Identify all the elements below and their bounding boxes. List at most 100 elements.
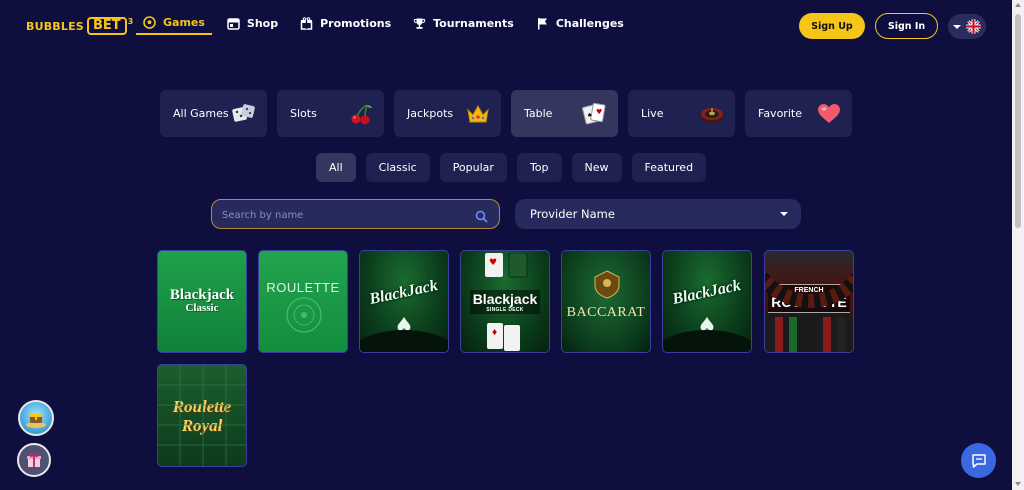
brand-name-sup: 3 bbox=[127, 16, 134, 26]
playing-cards-icon: ♥ bbox=[485, 253, 528, 278]
brand-name-part2: BET bbox=[86, 17, 127, 35]
table-edge bbox=[360, 330, 448, 352]
provider-dropdown[interactable]: Provider Name bbox=[515, 199, 801, 229]
cards-icon: ♥ ♠ bbox=[582, 101, 608, 127]
provider-label: Provider Name bbox=[530, 207, 615, 221]
heart-icon bbox=[816, 101, 842, 127]
top-header: BUBBLES BET 3 Games Shop Promotions Tour… bbox=[0, 0, 1012, 52]
trophy-icon bbox=[413, 17, 426, 30]
game-title: ROULETTE bbox=[266, 280, 340, 295]
nav-item-label: Challenges bbox=[555, 16, 624, 30]
scrollbar-thumb[interactable] bbox=[1015, 14, 1021, 228]
shop-icon bbox=[227, 17, 240, 30]
nav-item-promotions[interactable]: Promotions bbox=[293, 12, 398, 34]
category-tabs: All Games Slots Jackpots Table ♥ ♠ Live F… bbox=[160, 90, 852, 137]
brand-name-part1: BUBBLES bbox=[26, 19, 84, 33]
filter-new[interactable]: New bbox=[571, 153, 622, 182]
scroll-up-arrow-icon[interactable] bbox=[1015, 3, 1021, 7]
filter-classic[interactable]: Classic bbox=[365, 153, 430, 182]
chat-icon bbox=[971, 453, 986, 468]
category-jackpots[interactable]: Jackpots bbox=[394, 90, 501, 137]
treasure-island-icon bbox=[26, 414, 46, 428]
table-edge bbox=[663, 330, 751, 352]
nav-item-label: Promotions bbox=[320, 16, 392, 30]
category-slots[interactable]: Slots bbox=[277, 90, 384, 137]
filter-featured[interactable]: Featured bbox=[631, 153, 707, 182]
svg-text:♠: ♠ bbox=[587, 112, 592, 119]
filter-all[interactable]: All bbox=[316, 153, 356, 182]
uk-flag-icon bbox=[966, 19, 981, 34]
crown-icon bbox=[465, 101, 491, 127]
category-label: Table bbox=[524, 107, 553, 120]
chevron-down-icon bbox=[780, 212, 788, 216]
crest-icon bbox=[594, 270, 620, 299]
game-tile[interactable]: BACCARAT bbox=[561, 250, 651, 353]
scroll-down-arrow-icon[interactable] bbox=[1015, 482, 1021, 486]
game-tile-art: Blackjack Classic bbox=[158, 251, 246, 352]
flag-icon bbox=[536, 17, 549, 30]
game-tile-art: BACCARAT bbox=[562, 251, 650, 352]
nav-item-tournaments[interactable]: Tournaments bbox=[406, 12, 521, 34]
nav-item-games[interactable]: Games bbox=[136, 12, 212, 35]
category-live[interactable]: Live bbox=[628, 90, 735, 137]
sign-up-button[interactable]: Sign Up bbox=[799, 13, 865, 39]
main-nav: Games Shop Promotions Tournaments Challe… bbox=[136, 12, 639, 35]
nav-item-label: Tournaments bbox=[433, 16, 514, 30]
betting-grid-image bbox=[158, 365, 246, 466]
language-selector[interactable] bbox=[948, 14, 986, 39]
category-table[interactable]: Table ♥ ♠ bbox=[511, 90, 618, 137]
game-title: Blackjack SINGLE DECK bbox=[469, 289, 541, 314]
nav-item-challenges[interactable]: Challenges bbox=[529, 12, 631, 34]
game-title-text: Blackjack bbox=[169, 286, 235, 303]
search-input[interactable] bbox=[222, 206, 462, 224]
game-subtitle: SINGLE DECK bbox=[486, 306, 524, 313]
cherries-icon bbox=[348, 101, 374, 127]
nav-item-label: Games bbox=[163, 16, 205, 29]
roulette-wheel-icon bbox=[699, 101, 725, 127]
game-tile-art: BlackJack ♠ bbox=[360, 251, 448, 352]
game-title: BACCARAT bbox=[566, 304, 646, 320]
category-all-games[interactable]: All Games bbox=[160, 90, 267, 137]
svg-text:♦: ♦ bbox=[491, 328, 498, 337]
sign-in-button[interactable]: Sign In bbox=[875, 13, 938, 39]
game-tile[interactable]: Blackjack Classic bbox=[157, 250, 247, 353]
chat-support-button[interactable] bbox=[961, 443, 996, 478]
page-scrollbar[interactable] bbox=[1012, 0, 1024, 490]
promo-floating-button[interactable] bbox=[18, 400, 54, 436]
category-label: All Games bbox=[173, 107, 229, 120]
game-title-text: Blackjack bbox=[472, 290, 538, 307]
game-title: BlackJack bbox=[671, 276, 743, 308]
nav-item-shop[interactable]: Shop bbox=[220, 12, 285, 34]
search-icon[interactable] bbox=[475, 208, 488, 223]
game-tile[interactable]: ♥ ♦ Blackjack SINGLE DECK bbox=[460, 250, 550, 353]
game-tile[interactable]: ROULETTE bbox=[258, 250, 348, 353]
gift-box-icon bbox=[27, 452, 41, 467]
game-subtitle: Classic bbox=[185, 301, 219, 314]
game-tile[interactable]: FRENCH ROULETTE bbox=[764, 250, 854, 353]
game-tile[interactable]: BlackJack ♠ bbox=[662, 250, 752, 353]
game-tile-art: ROULETTE bbox=[259, 251, 347, 352]
category-favorite[interactable]: Favorite bbox=[745, 90, 852, 137]
playing-cards-icon: ♦ bbox=[487, 323, 520, 351]
svg-text:♥: ♥ bbox=[596, 108, 602, 116]
filter-popular[interactable]: Popular bbox=[439, 153, 507, 182]
dice-icon bbox=[231, 101, 257, 127]
nav-item-label: Shop bbox=[246, 16, 279, 30]
rewards-floating-button[interactable] bbox=[17, 443, 51, 477]
soccer-ball-icon bbox=[143, 16, 156, 29]
game-tile[interactable]: BlackJack ♠ bbox=[359, 250, 449, 353]
category-label: Slots bbox=[290, 107, 317, 120]
game-tile-art: ♥ ♦ Blackjack SINGLE DECK bbox=[461, 251, 549, 352]
game-tile-art: Roulette Royal bbox=[158, 365, 246, 466]
brand-logo[interactable]: BUBBLES BET 3 bbox=[26, 15, 133, 37]
category-label: Live bbox=[641, 107, 664, 120]
search-box bbox=[211, 199, 500, 229]
gift-box-icon bbox=[300, 16, 313, 30]
game-title: Blackjack Classic bbox=[169, 286, 235, 315]
filter-chips: All Classic Popular Top New Featured bbox=[316, 153, 707, 182]
filter-top[interactable]: Top bbox=[516, 153, 562, 182]
svg-text:♥: ♥ bbox=[489, 258, 497, 268]
game-tile[interactable]: Roulette Royal bbox=[157, 364, 247, 467]
category-label: Favorite bbox=[758, 107, 802, 120]
game-tile-art: BlackJack ♠ bbox=[663, 251, 751, 352]
